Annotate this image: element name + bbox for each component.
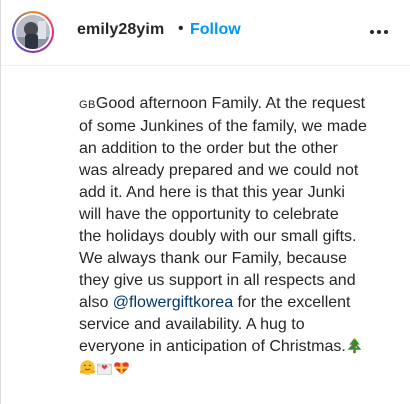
caption-text: for the excellent (233, 294, 351, 311)
caption-line: everyone in anticipation of Christmas. (79, 336, 399, 358)
envelope-with-heart-icon (96, 363, 113, 375)
more-options-icon[interactable] (368, 24, 390, 40)
avatar-border (14, 13, 52, 51)
caption-line: also @flowergiftkorea for the excellent (79, 292, 399, 314)
caption-line: GBGood afternoon Family. At the request (79, 93, 399, 116)
flag-gb-icon: GB (79, 99, 96, 111)
christmas-tree-icon (347, 337, 362, 354)
post-card: emily28yim • Follow GBGood afternoon Fam… (0, 0, 410, 404)
separator-dot: • (178, 20, 184, 37)
hugging-face-icon (79, 360, 96, 375)
caption-line: was already prepared and we could not (79, 162, 359, 179)
caption-text: also (79, 294, 113, 311)
avatar[interactable] (12, 11, 54, 53)
post-caption: GBGood afternoon Family. At the request … (79, 93, 399, 380)
caption-line: will have the opportunity to celebrate (79, 206, 339, 223)
caption-line: We always thank our Family, because (79, 250, 347, 267)
follow-button[interactable]: Follow (190, 21, 241, 39)
caption-line: add it. And here is that this year Junki (79, 184, 345, 201)
caption-text: Good afternoon Family. At the request (95, 95, 366, 112)
avatar-image (16, 15, 50, 49)
caption-line: the holidays doubly with our small gifts… (79, 228, 357, 245)
caption-line: an addition to the order but the other (79, 140, 338, 157)
caption-emoji-line (79, 358, 399, 380)
mention-link[interactable]: @flowergiftkorea (113, 294, 233, 311)
post-header: emily28yim • Follow (1, 0, 410, 66)
profile-photo-icon (16, 15, 50, 49)
caption-text: everyone in anticipation of Christmas. (79, 338, 346, 355)
caption-line: service and availability. A hug to (79, 316, 305, 333)
heart-with-ribbon-icon (114, 362, 129, 375)
caption-line: of some Junkines of the family, we made (79, 118, 367, 135)
username-link[interactable]: emily28yim (77, 21, 164, 39)
caption-line: they give us support in all respects and (79, 272, 356, 289)
